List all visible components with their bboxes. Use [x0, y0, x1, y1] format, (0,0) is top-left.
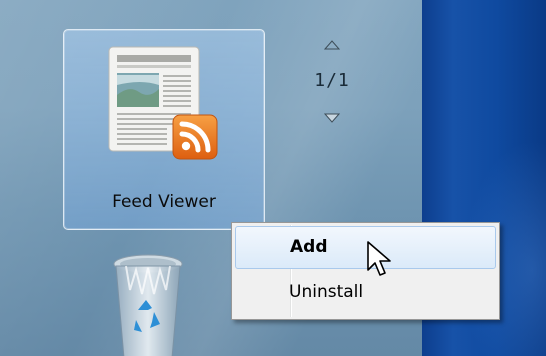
menu-item-label: Uninstall — [289, 282, 364, 302]
gadget-tile-label: Feed Viewer — [112, 192, 216, 212]
menu-item-label: Add — [290, 237, 328, 257]
pointer-cursor-icon — [367, 241, 391, 276]
desktop-screen: Feed Viewer 1/1 Add Uninstall — [0, 0, 546, 356]
page-indicator: 1/1 — [314, 70, 350, 91]
triangle-down-icon[interactable] — [324, 113, 340, 123]
rss-icon — [172, 114, 218, 160]
recycle-bin-icon[interactable] — [108, 250, 188, 356]
gallery-pager: 1/1 — [300, 40, 364, 130]
triangle-up-icon[interactable] — [324, 40, 340, 50]
